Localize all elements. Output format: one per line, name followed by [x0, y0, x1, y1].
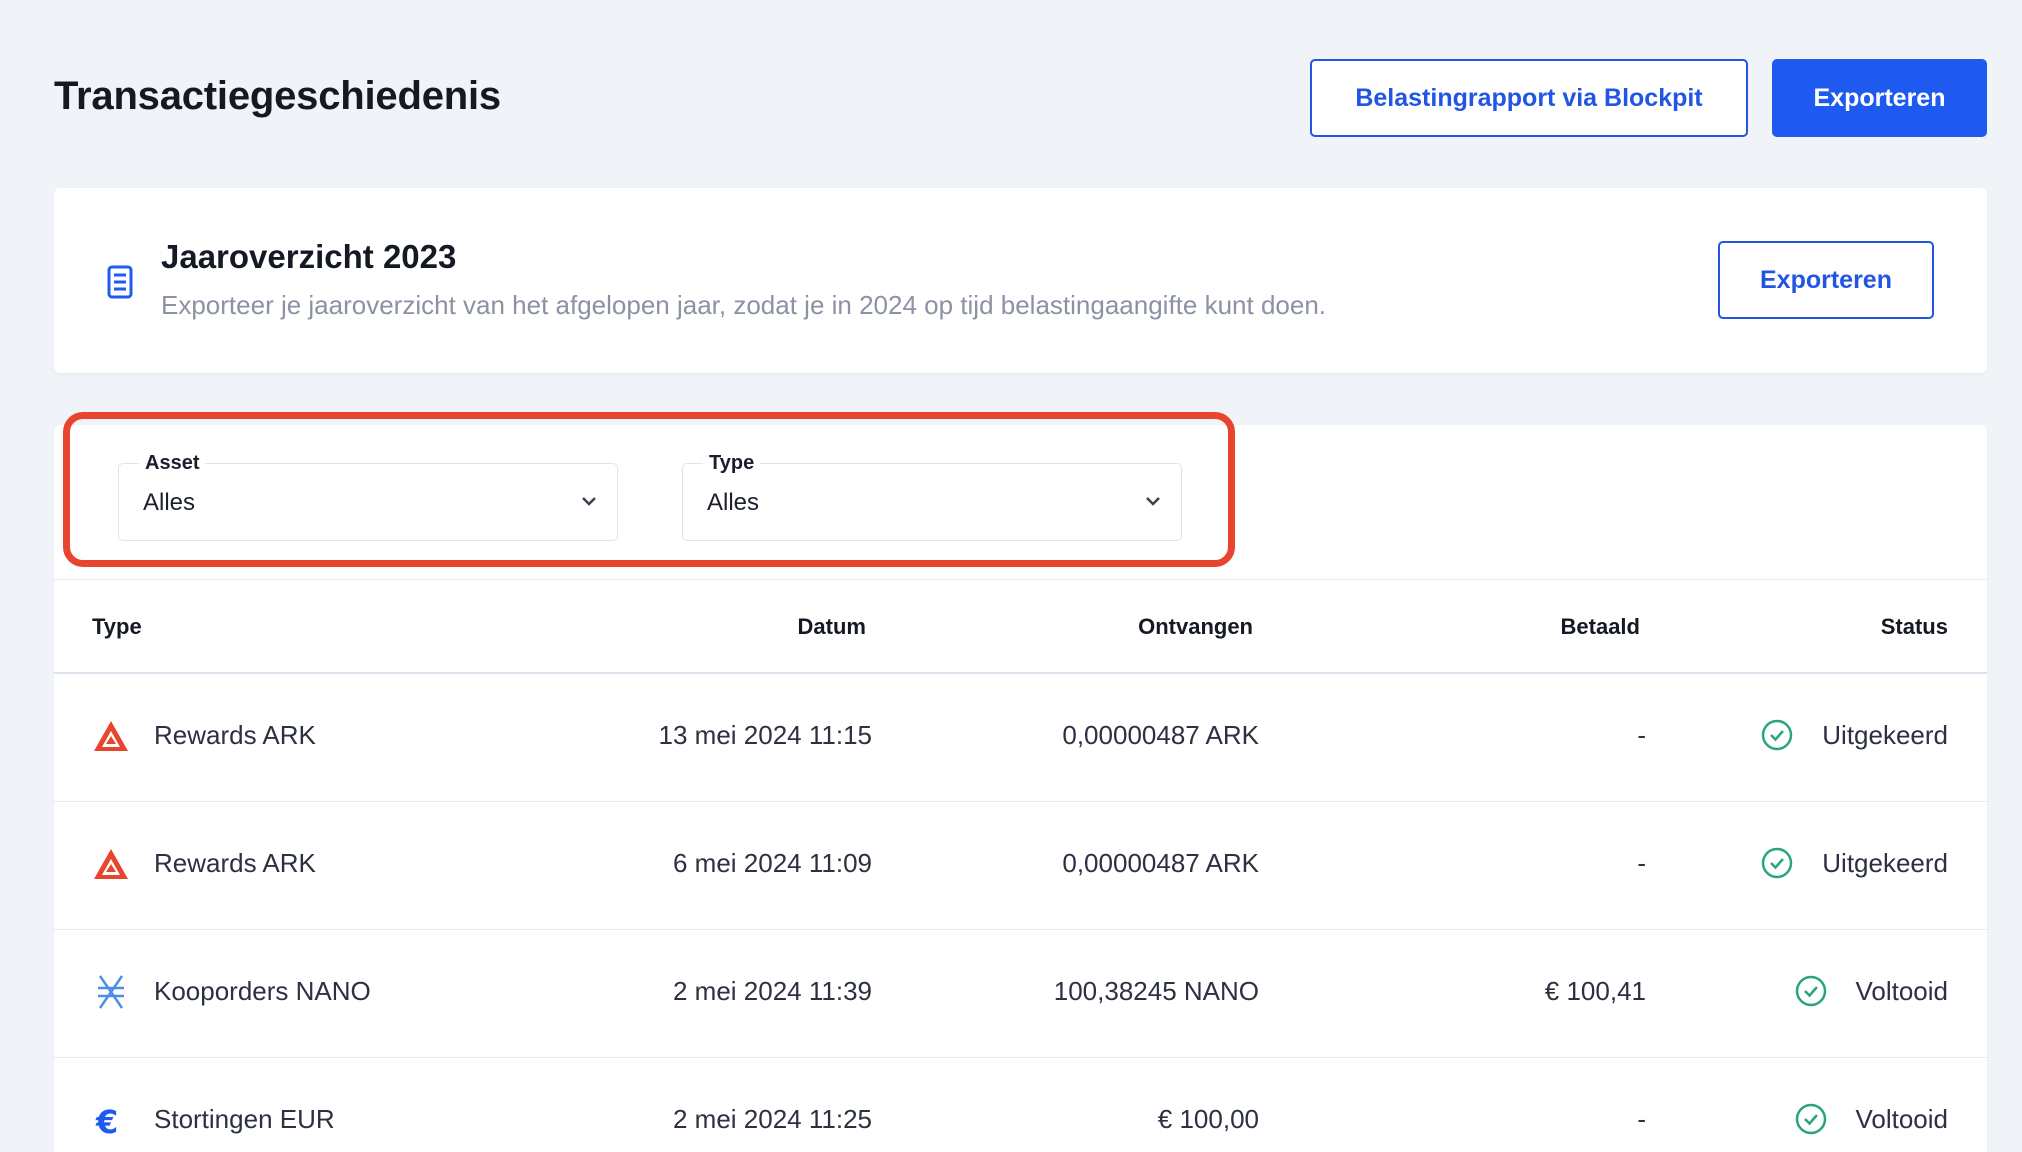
type-filter-value: Alles [707, 489, 760, 516]
ark-icon [94, 721, 128, 751]
row-date: 2 mei 2024 11:39 [673, 976, 872, 1006]
check-circle-icon [1795, 975, 1827, 1007]
row-paid: - [1637, 1104, 1646, 1134]
chevron-down-icon [582, 497, 596, 506]
table-row[interactable]: € Stortingen EUR 2 mei 2024 11:25 € 100,… [54, 1058, 1987, 1152]
table-row[interactable]: Rewards ARK 13 mei 2024 11:15 0,00000487… [54, 674, 1987, 802]
table-row[interactable]: Kooporders NANO 2 mei 2024 11:39 100,382… [54, 930, 1987, 1058]
annual-overview-card: Jaaroverzicht 2023 Exporteer je jaarover… [54, 188, 1987, 373]
row-status: Voltooid [1855, 976, 1948, 1006]
row-type: Rewards ARK [154, 720, 316, 750]
row-status: Voltooid [1855, 1104, 1948, 1134]
row-paid: - [1637, 720, 1646, 750]
check-circle-icon [1761, 719, 1793, 751]
nano-icon [98, 975, 124, 1009]
table-header: Type Datum Ontvangen Betaald Status [54, 579, 1987, 674]
column-header-status: Status [1880, 614, 1948, 639]
export-annual-button[interactable]: Exporteren [1718, 241, 1934, 319]
euro-icon: € [95, 1103, 118, 1138]
ark-icon [94, 849, 128, 879]
transactions-card: Asset Alles Type Alles Type Datum Ontvan… [54, 425, 1987, 1152]
type-filter-label: Type [703, 452, 761, 475]
table-row[interactable]: Rewards ARK 6 mei 2024 11:09 0,00000487 … [54, 802, 1987, 930]
annual-overview-title: Jaaroverzicht 2023 [161, 238, 457, 275]
check-circle-icon [1795, 1103, 1827, 1135]
export-button[interactable]: Exporteren [1772, 59, 1987, 137]
row-status: Uitgekeerd [1822, 720, 1948, 750]
row-type: Rewards ARK [154, 848, 316, 878]
asset-filter-select[interactable]: Asset Alles [118, 452, 618, 541]
page-title: Transactiegeschiedenis [54, 74, 501, 118]
asset-filter-value: Alles [143, 489, 196, 516]
check-circle-icon [1761, 847, 1793, 879]
row-date: 2 mei 2024 11:25 [673, 1104, 872, 1134]
annual-overview-description: Exporteer je jaaroverzicht van het afgel… [161, 290, 1327, 320]
blockpit-report-button[interactable]: Belastingrapport via Blockpit [1310, 59, 1748, 137]
row-status: Uitgekeerd [1822, 848, 1948, 878]
asset-filter-label: Asset [139, 452, 206, 475]
row-date: 6 mei 2024 11:09 [673, 848, 872, 878]
chevron-down-icon [1146, 497, 1160, 506]
row-date: 13 mei 2024 11:15 [658, 720, 872, 750]
column-header-paid: Betaald [1560, 614, 1640, 639]
row-received: 0,00000487 ARK [1062, 848, 1259, 878]
row-paid: € 100,41 [1544, 976, 1646, 1006]
row-received: € 100,00 [1157, 1104, 1259, 1134]
row-received: 100,38245 NANO [1053, 976, 1259, 1006]
column-header-type: Type [92, 614, 142, 639]
type-filter-select[interactable]: Type Alles [682, 452, 1182, 541]
column-header-received: Ontvangen [1138, 614, 1253, 639]
document-icon [107, 265, 133, 299]
row-type: Kooporders NANO [154, 976, 371, 1006]
column-header-date: Datum [797, 614, 866, 639]
row-paid: - [1637, 848, 1646, 878]
row-received: 0,00000487 ARK [1062, 720, 1259, 750]
svg-text:€: € [95, 1103, 118, 1138]
row-type: Stortingen EUR [154, 1104, 335, 1134]
